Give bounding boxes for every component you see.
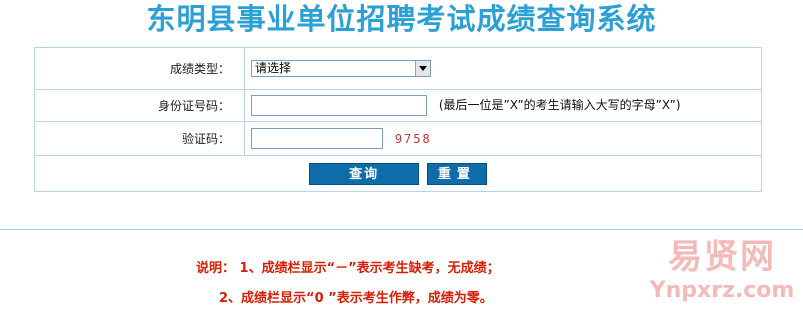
form-row-id-number: 身份证号码： (最后一位是”X”的考生请输入大写的字母”X”) (34, 89, 762, 122)
note-line-1: 说明： 1、成绩栏显示“－”表示考生缺考，无成绩； (196, 261, 500, 276)
watermark-url-text: Ynpxrz.com (649, 278, 795, 303)
note-line-2: 2、成绩栏显示“0 ”表示考生作弊，成绩为零。 (219, 291, 493, 306)
id-number-cell: (最后一位是”X”的考生请输入大写的字母”X”) (244, 89, 762, 122)
page-title: 东明县事业单位招聘考试成绩查询系统 (146, 2, 657, 36)
captcha-cell: 9758 (244, 121, 762, 156)
id-number-hint: (最后一位是”X”的考生请输入大写的字母”X”) (438, 98, 681, 112)
watermark-logo-text: 易贤网 (668, 237, 776, 277)
id-number-input[interactable] (251, 95, 427, 116)
captcha-label: 验证码： (34, 121, 245, 156)
score-type-label: 成绩类型： (34, 47, 245, 90)
query-button[interactable]: 查询 (309, 162, 420, 185)
buttons-cell: 查询 重置 (34, 155, 762, 192)
form-row-captcha: 验证码： 9758 (34, 121, 762, 156)
watermark-logo: 易贤网 Ynpxrz.com (647, 238, 797, 306)
divider (0, 229, 803, 230)
score-type-selected-value: 请选择 (255, 61, 292, 75)
form-row-score-type: 成绩类型： 请选择 (34, 47, 762, 90)
form-row-buttons: 查询 重置 (34, 155, 762, 192)
reset-button[interactable]: 重置 (426, 162, 487, 185)
id-number-label: 身份证号码： (34, 89, 245, 122)
page: 东明县事业单位招聘考试成绩查询系统 成绩类型： 请选择 身份证号码： (最后一位… (0, 0, 803, 312)
chevron-down-icon[interactable] (415, 61, 430, 76)
query-form: 成绩类型： 请选择 身份证号码： (最后一位是”X”的考生请输入大写的字母”X”… (34, 47, 762, 192)
score-type-select[interactable]: 请选择 (251, 60, 431, 77)
captcha-input[interactable] (251, 128, 383, 149)
captcha-image[interactable]: 9758 (395, 132, 432, 146)
score-type-cell: 请选择 (244, 47, 762, 90)
